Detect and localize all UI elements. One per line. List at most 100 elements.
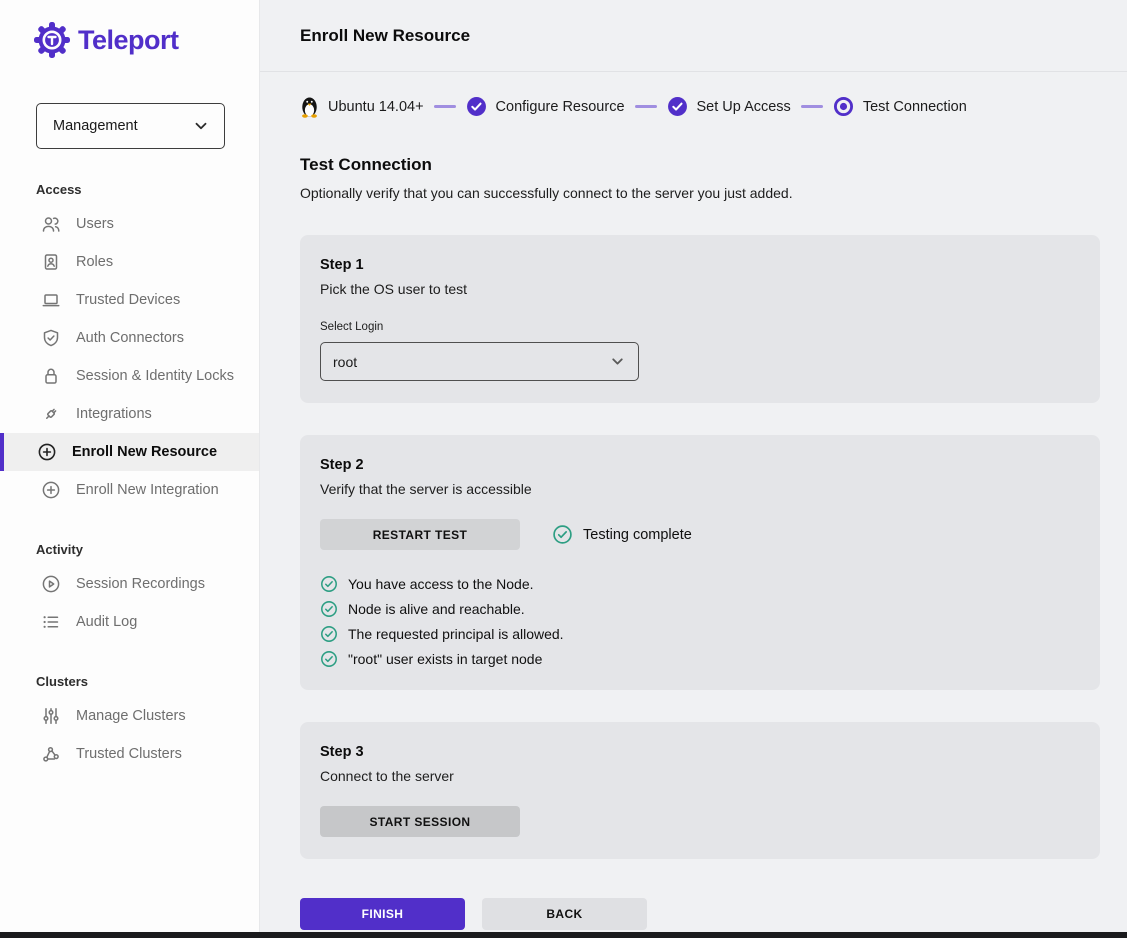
stepper-resource: Ubuntu 14.04+: [300, 95, 424, 118]
main-panel: Enroll New Resource Ubuntu 14.04+ Config: [260, 0, 1127, 938]
sidebar-item-session-recordings[interactable]: Session Recordings: [0, 565, 259, 603]
page-title: Enroll New Resource: [300, 26, 470, 46]
success-check-circle-icon: [320, 575, 338, 593]
workspace-select-value: Management: [53, 118, 138, 134]
sidebar-item-label: Integrations: [76, 406, 152, 422]
page-header: Enroll New Resource: [260, 0, 1127, 72]
start-session-button[interactable]: START SESSION: [320, 806, 520, 837]
nav-section-activity: Activity: [0, 542, 259, 557]
teleport-logo[interactable]: Teleport: [0, 22, 259, 58]
section-title: Test Connection: [300, 155, 1100, 175]
sidebar-item-label: Session Recordings: [76, 576, 205, 592]
list-icon: [41, 612, 61, 632]
sidebar-item-session-identity-locks[interactable]: Session & Identity Locks: [0, 357, 259, 395]
select-login-label: Select Login: [320, 321, 1080, 333]
success-check-circle-icon: [320, 625, 338, 643]
check-circle-icon: [466, 96, 487, 117]
sidebar: Teleport Management Access Users Roles: [0, 0, 260, 938]
check-item-label: The requested principal is allowed.: [348, 626, 564, 642]
sidebar-item-trusted-clusters[interactable]: Trusted Clusters: [0, 735, 259, 773]
shield-check-icon: [41, 328, 61, 348]
sidebar-item-label: Trusted Devices: [76, 292, 180, 308]
stepper-connector: [635, 105, 657, 108]
step1-subtitle: Pick the OS user to test: [320, 281, 1080, 297]
login-select[interactable]: root: [320, 342, 639, 381]
sidebar-item-auth-connectors[interactable]: Auth Connectors: [0, 319, 259, 357]
sidebar-item-label: Auth Connectors: [76, 330, 184, 346]
finish-button[interactable]: FINISH: [300, 898, 465, 930]
sidebar-item-label: Audit Log: [76, 614, 137, 630]
laptop-icon: [41, 290, 61, 310]
login-select-value: root: [333, 354, 357, 370]
test-checklist: You have access to the Node. Node is ali…: [320, 575, 1080, 668]
section-description: Optionally verify that you can successfu…: [300, 185, 1100, 201]
check-item: "root" user exists in target node: [320, 650, 1080, 668]
window-bottom-edge: [0, 932, 1127, 938]
stepper-connector: [434, 105, 456, 108]
step2-card: Step 2 Verify that the server is accessi…: [300, 435, 1100, 690]
sliders-icon: [41, 706, 61, 726]
restart-test-button[interactable]: RESTART TEST: [320, 519, 520, 550]
testing-status: Testing complete: [552, 524, 692, 545]
step2-subtitle: Verify that the server is accessible: [320, 481, 1080, 497]
plus-circle-icon: [41, 480, 61, 500]
success-check-circle-icon: [320, 650, 338, 668]
plus-circle-icon: [37, 442, 57, 462]
sidebar-item-label: Enroll New Integration: [76, 482, 219, 498]
step2-title: Step 2: [320, 457, 1080, 473]
sidebar-item-label: Trusted Clusters: [76, 746, 182, 762]
step3-card: Step 3 Connect to the server START SESSI…: [300, 722, 1100, 859]
sidebar-item-trusted-devices[interactable]: Trusted Devices: [0, 281, 259, 319]
sidebar-item-users[interactable]: Users: [0, 205, 259, 243]
stepper-step-test-connection: Test Connection: [833, 96, 967, 117]
stepper-step-configure-resource: Configure Resource: [466, 96, 625, 117]
sidebar-item-enroll-new-resource[interactable]: Enroll New Resource: [0, 433, 259, 471]
plug-icon: [41, 404, 61, 424]
sidebar-item-enroll-new-integration[interactable]: Enroll New Integration: [0, 471, 259, 509]
check-item-label: "root" user exists in target node: [348, 651, 542, 667]
enrollment-stepper: Ubuntu 14.04+ Configure Resource Set Up …: [260, 72, 1127, 118]
sidebar-item-label: Roles: [76, 254, 113, 270]
stepper-step-label: Set Up Access: [697, 99, 791, 115]
sidebar-item-label: Manage Clusters: [76, 708, 186, 724]
network-icon: [41, 744, 61, 764]
teleport-gear-icon: [34, 22, 70, 58]
content-area: Test Connection Optionally verify that y…: [260, 118, 1127, 930]
stepper-step-label: Configure Resource: [496, 99, 625, 115]
step3-title: Step 3: [320, 744, 1080, 760]
back-button[interactable]: BACK: [482, 898, 647, 930]
sidebar-item-audit-log[interactable]: Audit Log: [0, 603, 259, 641]
chevron-down-icon: [192, 117, 210, 135]
play-circle-icon: [41, 574, 61, 594]
stepper-resource-label: Ubuntu 14.04+: [328, 99, 424, 115]
stepper-step-label: Test Connection: [863, 99, 967, 115]
sidebar-item-roles[interactable]: Roles: [0, 243, 259, 281]
step3-subtitle: Connect to the server: [320, 768, 1080, 784]
check-item-label: You have access to the Node.: [348, 576, 534, 592]
current-step-ring-icon: [833, 96, 854, 117]
brand-name: Teleport: [78, 25, 179, 56]
linux-penguin-icon: [300, 95, 319, 118]
sidebar-item-manage-clusters[interactable]: Manage Clusters: [0, 697, 259, 735]
check-item: Node is alive and reachable.: [320, 600, 1080, 618]
step1-card: Step 1 Pick the OS user to test Select L…: [300, 235, 1100, 403]
workspace-select[interactable]: Management: [36, 103, 225, 149]
wizard-actions: FINISH BACK: [300, 898, 1100, 930]
id-badge-icon: [41, 252, 61, 272]
nav-section-clusters: Clusters: [0, 674, 259, 689]
chevron-down-icon: [609, 353, 626, 370]
sidebar-item-label: Session & Identity Locks: [76, 368, 234, 384]
stepper-step-set-up-access: Set Up Access: [667, 96, 791, 117]
sidebar-item-integrations[interactable]: Integrations: [0, 395, 259, 433]
sidebar-item-label: Users: [76, 216, 114, 232]
check-item: You have access to the Node.: [320, 575, 1080, 593]
lock-icon: [41, 366, 61, 386]
check-item-label: Node is alive and reachable.: [348, 601, 525, 617]
success-check-circle-icon: [552, 524, 573, 545]
sidebar-item-label: Enroll New Resource: [72, 444, 217, 460]
testing-status-label: Testing complete: [583, 527, 692, 543]
success-check-circle-icon: [320, 600, 338, 618]
check-circle-icon: [667, 96, 688, 117]
check-item: The requested principal is allowed.: [320, 625, 1080, 643]
users-icon: [41, 214, 61, 234]
